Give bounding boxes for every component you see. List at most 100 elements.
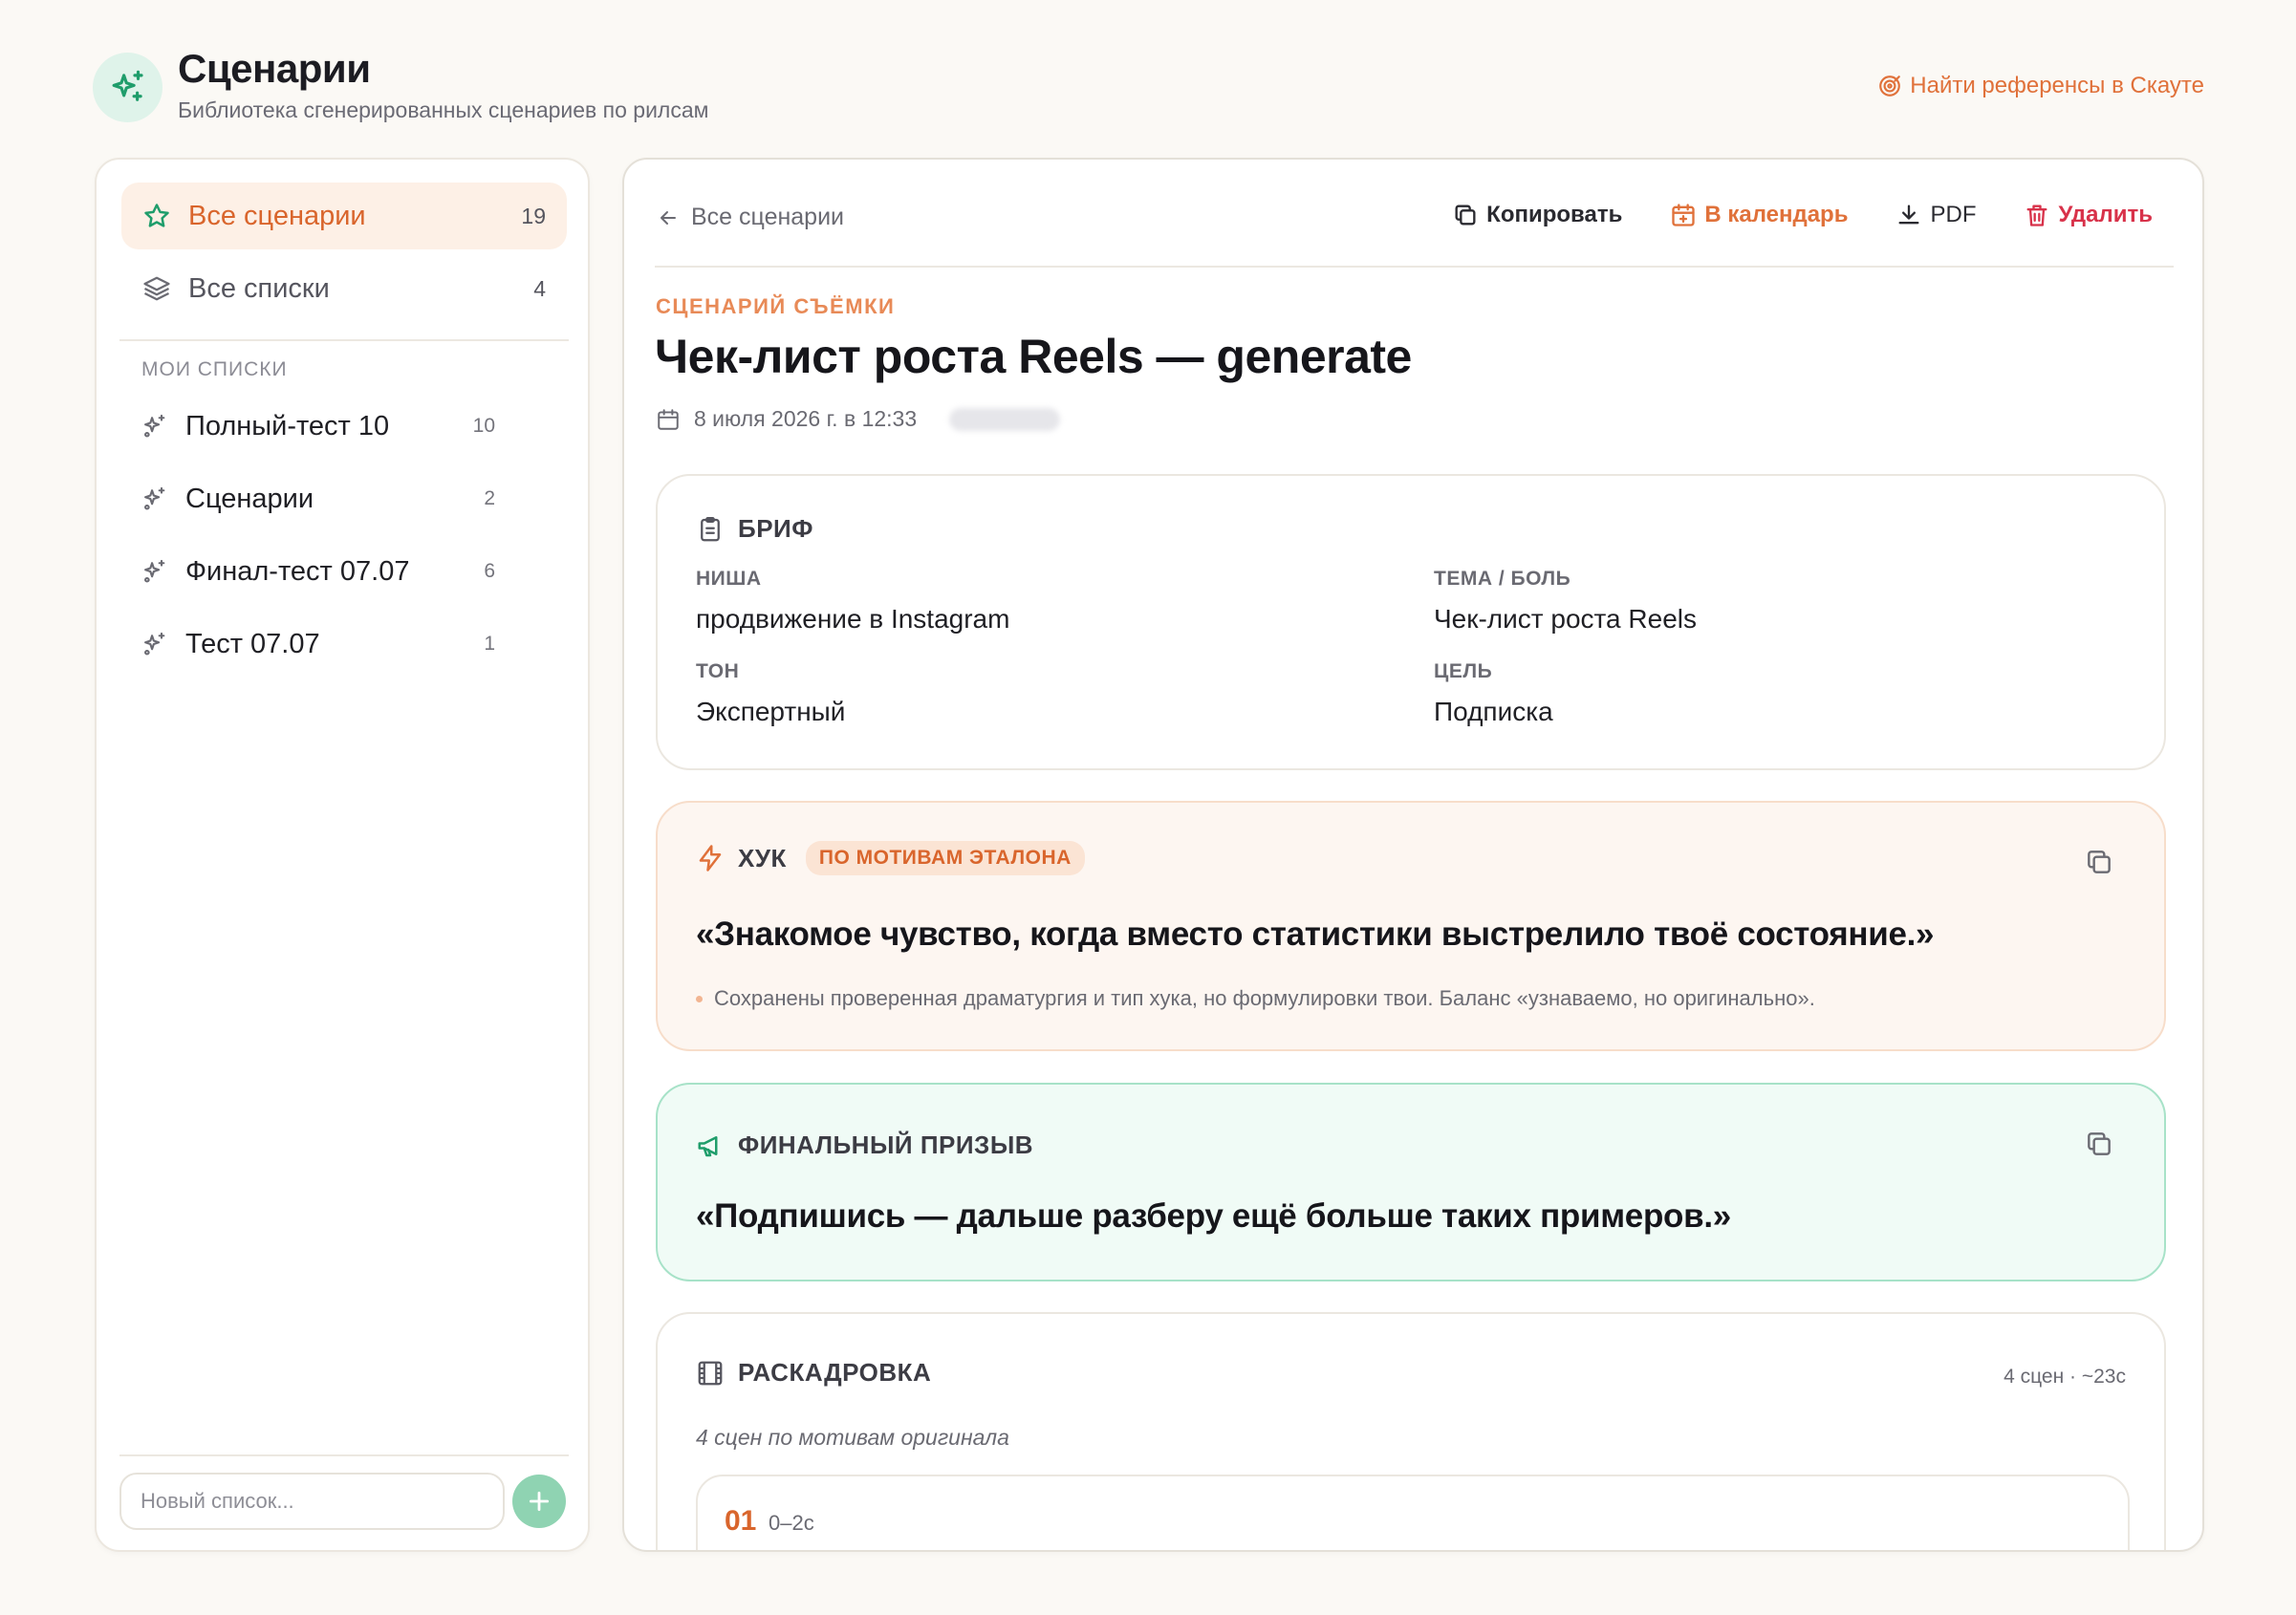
reference-badge: ПО МОТИВАМ ЭТАЛОНА: [805, 841, 1085, 875]
sparkles-icon: [144, 486, 165, 510]
copy-icon: [2088, 1132, 2111, 1155]
hook-note-text: Сохранены проверенная драматургия и тип …: [714, 986, 1815, 1010]
copy-icon: [1455, 205, 1476, 226]
zap-icon: [699, 845, 722, 872]
my-lists-heading: МОИ СПИСКИ: [141, 358, 288, 380]
back-button[interactable]: Все сценарии: [657, 204, 844, 231]
scenario-detail-panel: Все сценарии Копировать В календарь PDF: [622, 158, 2204, 1552]
storyboard-header: РАСКАДРОВКА: [696, 1358, 931, 1388]
list-item-count: 6: [484, 560, 495, 582]
tone-value: Экспертный: [696, 697, 846, 726]
storyboard-heading: РАСКАДРОВКА: [738, 1358, 932, 1387]
copy-hook-button[interactable]: [2084, 847, 2114, 877]
topic-value: Чек-лист роста Reels: [1434, 604, 1697, 634]
add-list-button[interactable]: [512, 1475, 566, 1528]
niche-label: НИША: [696, 568, 762, 590]
plus-icon: [529, 1491, 550, 1512]
sidebar-item-count: 4: [533, 275, 546, 301]
brief-heading: БРИФ: [738, 514, 813, 543]
storyboard-meta: 4 сцен · ~23с: [2004, 1366, 2126, 1388]
final-cta-quote: «Подпишись — дальше разберу ещё больше т…: [696, 1197, 1731, 1235]
list-item[interactable]: Полный-тест 10 10: [141, 398, 495, 455]
brief-card: БРИФ НИША продвижение в Instagram ТЕМА /…: [656, 474, 2166, 770]
calendar-plus-icon: [1672, 204, 1696, 226]
layers-icon: [143, 276, 170, 301]
hook-note: Сохранены проверенная драматургия и тип …: [696, 986, 1815, 1011]
page-title: Сценарии: [178, 46, 371, 91]
copy-cta-button[interactable]: [2084, 1129, 2114, 1159]
bullet-dot: [696, 995, 703, 1002]
scenario-date-text: 8 июля 2026 г. в 12:33: [694, 406, 918, 431]
list-item-label: Сценарии: [185, 483, 314, 514]
target-icon: [1879, 75, 1901, 97]
add-to-calendar-button[interactable]: В календарь: [1670, 202, 1848, 228]
toolbar: Копировать В календарь PDF Удалить: [1452, 202, 2153, 228]
sparkles-icon: [144, 414, 165, 438]
app-logo: [93, 53, 162, 122]
film-icon: [698, 1361, 723, 1385]
final-cta-card: ФИНАЛЬНЫЙ ПРИЗЫВ «Подпишись — дальше раз…: [656, 1083, 2166, 1281]
pdf-button-label: PDF: [1930, 202, 1977, 227]
page-subtitle: Библиотека сгенерированных сценариев по …: [178, 97, 709, 122]
storyboard-subtitle: 4 сцен по мотивам оригинала: [696, 1425, 1009, 1450]
delete-button[interactable]: Удалить: [2024, 202, 2153, 228]
list-item-count: 10: [472, 415, 495, 437]
tone-label: ТОН: [696, 660, 740, 682]
toolbar-divider: [655, 266, 2174, 268]
brief-header: БРИФ: [696, 514, 813, 544]
sidebar-item-all-lists[interactable]: Все списки 4: [121, 255, 567, 322]
scenario-date: 8 июля 2026 г. в 12:33: [656, 406, 1061, 432]
scene-duration: 0–2с: [769, 1511, 814, 1535]
list-item-count: 2: [484, 487, 495, 509]
download-icon: [1898, 205, 1919, 225]
hook-card: ХУК ПО МОТИВАМ ЭТАЛОНА «Знакомое чувство…: [656, 801, 2166, 1051]
list-item[interactable]: Тест 07.07 1: [141, 615, 495, 673]
scene-number: 01: [725, 1505, 757, 1537]
final-cta-header: ФИНАЛЬНЫЙ ПРИЗЫВ: [696, 1130, 1033, 1160]
scout-link-label: Найти референсы в Скауте: [1910, 73, 2204, 98]
sparkles-icon: [144, 632, 165, 656]
redacted-tag: [949, 407, 1061, 431]
scene-card[interactable]: 01 0–2с: [696, 1475, 2130, 1550]
list-item-count: 1: [484, 633, 495, 655]
hook-quote: «Знакомое чувство, когда вместо статисти…: [696, 915, 1935, 953]
topic-label: ТЕМА / БОЛЬ: [1434, 568, 1571, 590]
list-item-label: Тест 07.07: [185, 628, 320, 659]
star-icon: [144, 204, 169, 227]
calendar-icon: [658, 408, 679, 430]
sidebar-item-label: Все списки: [188, 272, 330, 304]
clipboard-icon: [701, 516, 720, 541]
sparkles-icon: [144, 559, 165, 583]
add-to-calendar-label: В календарь: [1704, 202, 1849, 227]
trash-icon: [2026, 205, 2047, 226]
sidebar-item-all-scenarios[interactable]: Все сценарии 19: [121, 183, 567, 249]
goal-value: Подписка: [1434, 697, 1553, 726]
scout-link[interactable]: Найти референсы в Скауте: [1877, 73, 2204, 99]
niche-value: продвижение в Instagram: [696, 604, 1010, 634]
copy-button[interactable]: Копировать: [1452, 202, 1622, 228]
list-item-label: Полный-тест 10: [185, 410, 390, 441]
new-list-input[interactable]: [119, 1473, 505, 1530]
pdf-button[interactable]: PDF: [1895, 202, 1976, 228]
sidebar: Все сценарии 19 Все списки 4 МОИ СПИСКИ …: [95, 158, 590, 1552]
copy-icon: [2088, 851, 2111, 873]
copy-button-label: Копировать: [1486, 202, 1623, 227]
back-button-label: Все сценарии: [691, 204, 845, 230]
megaphone-icon: [698, 1135, 718, 1156]
sparkles-icon: [112, 70, 143, 101]
sidebar-divider: [119, 1454, 569, 1456]
arrow-left-icon: [661, 210, 676, 225]
scenario-title: Чек-лист роста Reels — generate: [655, 330, 1412, 383]
document-type-label: СЦЕНАРИЙ СЪЁМКИ: [656, 294, 896, 318]
sidebar-divider: [119, 339, 569, 341]
list-item[interactable]: Сценарии 2: [141, 470, 495, 528]
list-item-label: Финал-тест 07.07: [185, 555, 410, 587]
hook-header: ХУК ПО МОТИВАМ ЭТАЛОНА: [696, 841, 1085, 875]
list-item[interactable]: Финал-тест 07.07 6: [141, 543, 495, 600]
sidebar-item-count: 19: [521, 203, 546, 228]
goal-label: ЦЕЛЬ: [1434, 660, 1493, 682]
final-cta-heading: ФИНАЛЬНЫЙ ПРИЗЫВ: [738, 1130, 1034, 1159]
sidebar-item-label: Все сценарии: [188, 200, 366, 231]
delete-button-label: Удалить: [2058, 202, 2153, 227]
hook-heading: ХУК: [738, 843, 787, 872]
